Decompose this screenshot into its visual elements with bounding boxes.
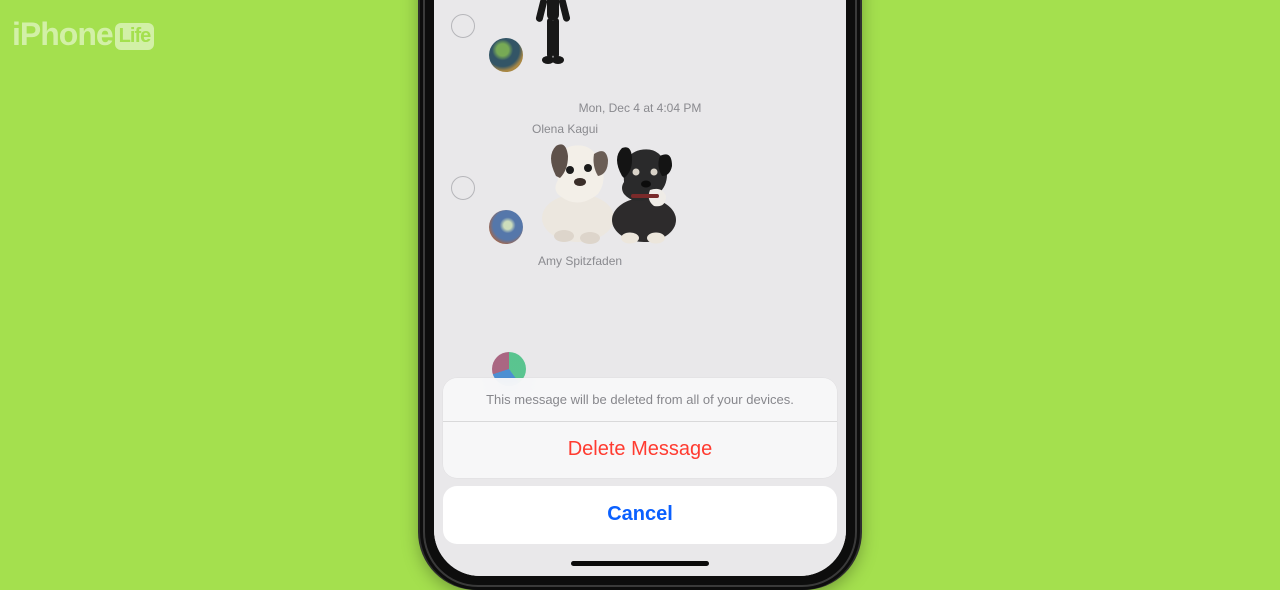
avatar (489, 38, 523, 72)
watermark-box: Life (115, 23, 155, 50)
phone-screen: Mon, Dec 4 at 4:04 PM Olena Kagui (434, 0, 846, 576)
watermark-text: iPhone (12, 16, 113, 53)
action-sheet: This message will be deleted from all of… (443, 378, 837, 478)
avatar (489, 210, 523, 244)
action-sheet-message: This message will be deleted from all of… (443, 378, 837, 422)
select-circle[interactable] (451, 176, 475, 200)
select-circle[interactable] (451, 14, 475, 38)
home-indicator[interactable] (571, 561, 709, 566)
sender-label: Amy Spitzfaden (538, 254, 622, 268)
publisher-watermark: iPhone Life (12, 16, 154, 53)
dogs-icon (528, 136, 688, 244)
timestamp-label: Mon, Dec 4 at 4:04 PM (434, 101, 846, 115)
sticker-person-silhouette[interactable] (530, 0, 576, 66)
silhouette-icon (530, 0, 576, 66)
delete-message-button[interactable]: Delete Message (443, 422, 837, 478)
message-row (434, 0, 846, 76)
phone-frame: Mon, Dec 4 at 4:04 PM Olena Kagui (420, 0, 860, 590)
sticker-two-dogs[interactable] (528, 136, 688, 244)
message-row (434, 132, 846, 252)
cancel-button[interactable]: Cancel (443, 486, 837, 544)
